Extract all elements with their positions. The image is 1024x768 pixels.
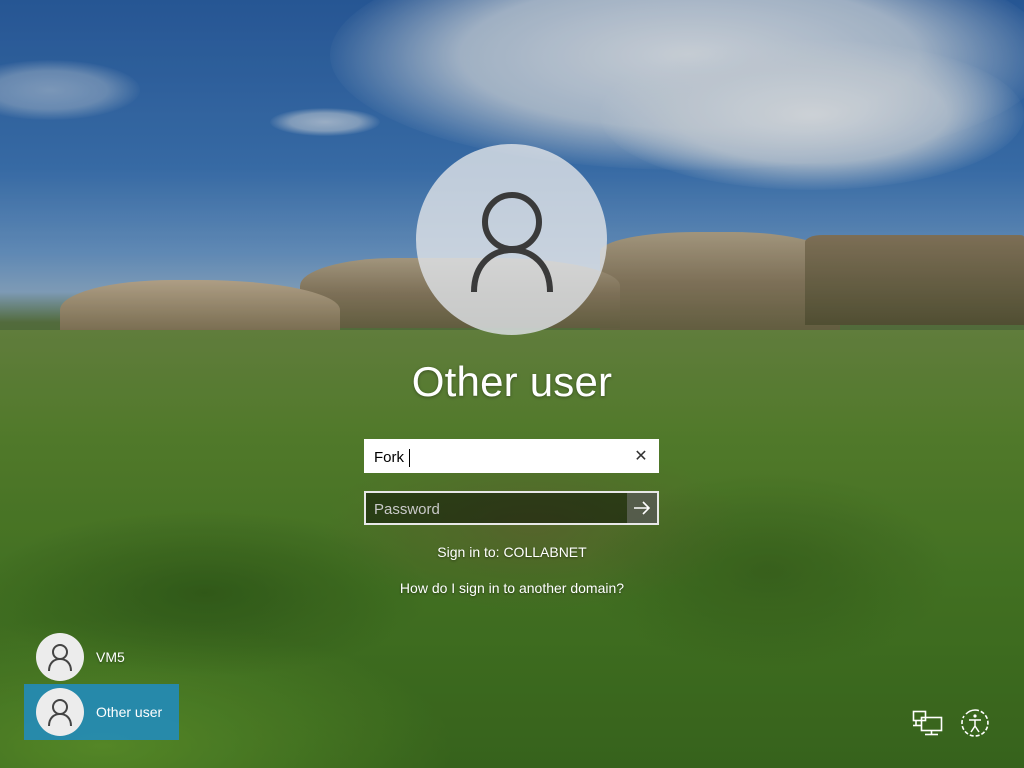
another-domain-link[interactable]: How do I sign in to another domain? [0, 580, 1024, 596]
ease-of-access-button[interactable] [957, 706, 993, 740]
user-avatar-icon [36, 688, 84, 736]
network-button[interactable] [910, 706, 946, 740]
user-tile-other-user[interactable]: Other user [24, 684, 179, 740]
username-input[interactable] [374, 447, 624, 467]
password-input[interactable] [374, 499, 619, 519]
text-caret [409, 449, 410, 467]
network-icon [912, 710, 943, 736]
user-avatar-icon [416, 144, 607, 335]
user-name-heading: Other user [411, 358, 613, 405]
close-icon[interactable]: ✕ [629, 444, 653, 468]
username-field[interactable]: ✕ [364, 439, 659, 473]
password-field[interactable] [364, 491, 659, 525]
ease-of-access-icon [961, 709, 989, 737]
user-avatar-icon [36, 633, 84, 681]
sign-in-domain-text: Sign in to: COLLABNET [437, 544, 587, 560]
user-tile-label: VM5 [96, 649, 125, 665]
user-tile-vm5[interactable]: VM5 [24, 629, 179, 685]
user-tile-label: Other user [96, 704, 163, 720]
submit-button[interactable] [627, 493, 657, 523]
arrow-right-icon [634, 501, 651, 515]
person-glyph [470, 191, 553, 292]
